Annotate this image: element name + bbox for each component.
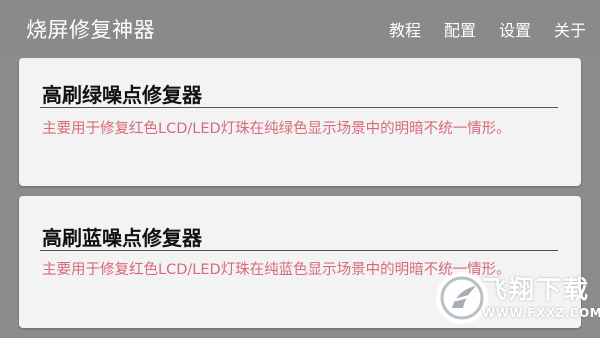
- top-menu: 教程 配置 设置 关于: [389, 17, 586, 41]
- green-noise-repair-card[interactable]: 高刷绿噪点修复器 主要用于修复红色LCD/LED灯珠在纯绿色显示场景中的明暗不统…: [19, 58, 581, 186]
- watermark-url: WWW.FXXZ.COM: [482, 306, 600, 320]
- app-bar: 烧屏修复神器 教程 配置 设置 关于: [0, 0, 600, 56]
- card-title: 高刷绿噪点修复器: [42, 83, 202, 107]
- menu-item-config[interactable]: 配置: [444, 17, 476, 41]
- card-divider: [40, 250, 558, 251]
- menu-item-tutorial[interactable]: 教程: [389, 17, 421, 41]
- app-title: 烧屏修复神器: [26, 18, 155, 42]
- card-title: 高刷蓝噪点修复器: [42, 226, 202, 250]
- watermark-text: 飞翔下载: [482, 275, 591, 304]
- menu-item-settings[interactable]: 设置: [499, 17, 531, 41]
- card-divider: [40, 107, 558, 108]
- menu-item-about[interactable]: 关于: [554, 17, 586, 41]
- card-description: 主要用于修复红色LCD/LED灯珠在纯绿色显示场景中的明暗不统一情形。: [42, 121, 511, 137]
- watermark: 飞翔下载 WWW.FXXZ.COM: [432, 268, 600, 334]
